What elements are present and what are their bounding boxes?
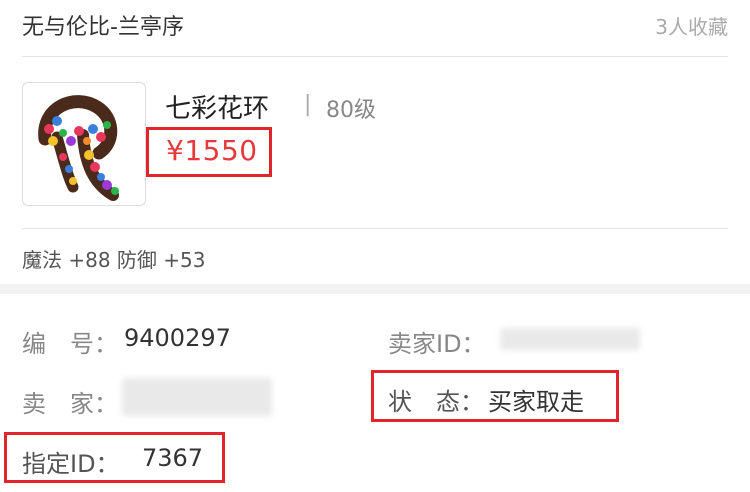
serial-value: 9400297 — [124, 324, 231, 352]
item-name: 七彩花环 — [165, 94, 270, 124]
serial-label: 编 号： — [22, 330, 118, 358]
divider — [22, 56, 728, 57]
status-label: 状 态： — [388, 388, 484, 416]
status-value: 买家取走 — [488, 388, 584, 416]
server-name: 无与伦比-兰亭序 — [22, 15, 184, 40]
flower-garland-icon — [38, 95, 119, 201]
designated-id-label: 指定ID： — [22, 450, 120, 478]
item-attributes: 魔法 +88 防御 +53 — [22, 248, 206, 272]
item-card: 无与伦比-兰亭序 3人收藏 七彩花环 | 80级 ¥1550 魔法 +88 防御… — [0, 0, 750, 284]
seller-label: 卖 家： — [22, 390, 118, 418]
divider — [22, 228, 728, 229]
separator: | — [304, 92, 312, 117]
details-card: 编 号： 9400297 卖家ID： 卖 家： 状 态： 买家取走 指定ID： … — [0, 294, 750, 492]
item-image[interactable] — [22, 82, 146, 206]
item-price: ¥1550 — [166, 134, 258, 167]
seller-name-redacted — [122, 378, 272, 416]
item-level: 80级 — [326, 98, 376, 123]
favorites-count[interactable]: 3人收藏 — [655, 11, 728, 40]
designated-id-value: 7367 — [142, 444, 204, 472]
seller-id-redacted — [500, 328, 640, 350]
seller-id-label: 卖家ID： — [388, 330, 486, 358]
